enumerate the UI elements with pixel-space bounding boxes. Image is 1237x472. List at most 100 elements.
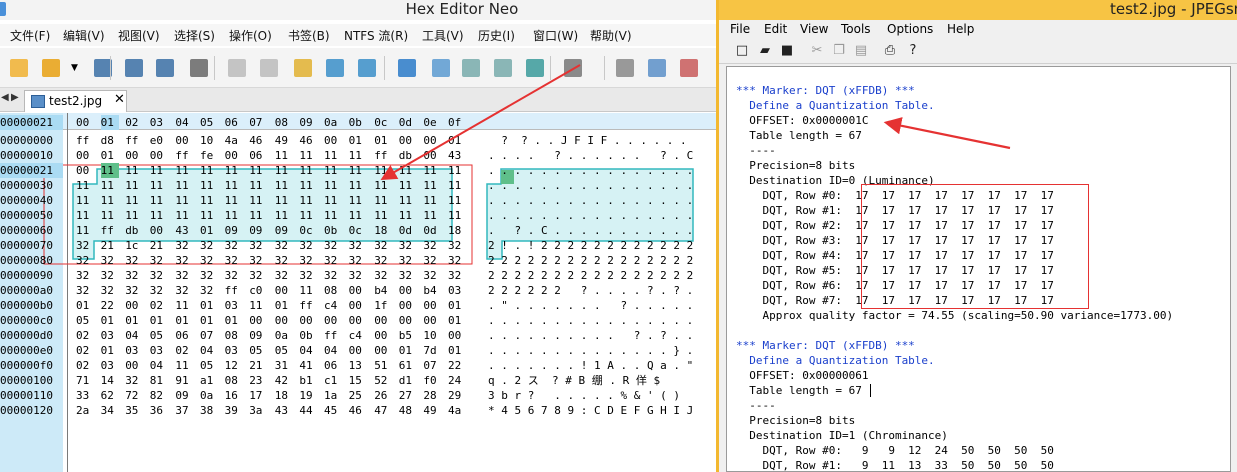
hex-byte[interactable]: 45 [324, 403, 342, 418]
hex-byte[interactable]: 81 [150, 373, 168, 388]
hex-byte[interactable]: 11 [225, 208, 243, 223]
hex-menu-item[interactable]: 帮助(V) [590, 27, 632, 44]
hex-byte[interactable]: 00 [399, 283, 417, 298]
hex-byte[interactable]: 01 [150, 313, 168, 328]
hex-byte[interactable]: 08 [225, 373, 243, 388]
hex-byte[interactable]: 11 [76, 223, 94, 238]
hex-byte[interactable]: 03 [101, 328, 119, 343]
hex-byte[interactable]: 51 [374, 358, 392, 373]
hex-byte[interactable]: 4a [225, 133, 243, 148]
hex-byte[interactable]: 21 [101, 238, 119, 253]
hex-byte[interactable]: 06 [175, 328, 193, 343]
hex-byte[interactable]: 11 [175, 358, 193, 373]
hex-byte[interactable]: 01 [200, 298, 218, 313]
hex-byte[interactable]: 00 [399, 133, 417, 148]
ascii-text[interactable]: . . . . . . . . . . . . . . . . [488, 163, 698, 178]
hex-byte[interactable]: 06 [249, 148, 267, 163]
hex-byte[interactable]: 52 [374, 373, 392, 388]
hex-byte[interactable]: 00 [299, 313, 317, 328]
hex-byte[interactable]: 16 [225, 388, 243, 403]
hex-byte[interactable]: 32 [249, 238, 267, 253]
hex-byte[interactable]: 11 [448, 208, 466, 223]
ascii-text[interactable]: ? ? . . J F I F . . . . . . [488, 133, 698, 148]
hex-byte[interactable]: b5 [399, 328, 417, 343]
hex-byte[interactable]: 02 [150, 298, 168, 313]
hex-byte[interactable]: 11 [448, 163, 466, 178]
hex-byte[interactable]: 39 [225, 403, 243, 418]
hex-byte[interactable]: 32 [374, 238, 392, 253]
print-icon[interactable] [186, 55, 212, 81]
hex-menu-item[interactable]: 文件(F) [10, 27, 50, 44]
edit-icon[interactable] [290, 55, 316, 81]
hex-byte[interactable]: 37 [175, 403, 193, 418]
hex-byte[interactable]: 32 [249, 268, 267, 283]
hex-byte[interactable]: 32 [249, 253, 267, 268]
hex-byte[interactable]: 32 [399, 238, 417, 253]
hex-byte[interactable]: 05 [150, 328, 168, 343]
hex-byte[interactable]: 41 [299, 358, 317, 373]
hex-byte[interactable]: 36 [150, 403, 168, 418]
tab-scroll-left-icon[interactable]: ◀ [1, 92, 9, 103]
ascii-text[interactable]: . . . . . . . . . . . . . . . . [488, 193, 698, 208]
save-icon[interactable]: ■ [779, 43, 795, 59]
hex-byte[interactable]: 32 [374, 268, 392, 283]
hex-byte[interactable]: 32 [448, 268, 466, 283]
hex-byte[interactable]: 01 [101, 313, 119, 328]
hex-menu-item[interactable]: 历史(I) [478, 27, 515, 44]
hex-byte[interactable]: 0a [200, 388, 218, 403]
hex-byte[interactable]: 32 [299, 238, 317, 253]
hex-byte[interactable]: 32 [76, 253, 94, 268]
hex-byte[interactable]: 32 [175, 283, 193, 298]
hex-byte[interactable]: 04 [299, 343, 317, 358]
hex-byte[interactable]: 09 [249, 223, 267, 238]
tab-scroll-right-icon[interactable]: ▶ [11, 92, 19, 103]
hex-byte[interactable]: 00 [125, 148, 143, 163]
hex-byte[interactable]: 46 [349, 403, 367, 418]
hex-byte[interactable]: 32 [275, 253, 293, 268]
hex-byte[interactable]: 11 [225, 193, 243, 208]
ascii-text[interactable]: . . . . . . . . . . . . . . . . [488, 313, 698, 328]
hex-byte[interactable]: 11 [299, 178, 317, 193]
close-tab-icon[interactable]: ✕ [114, 92, 125, 107]
hex-byte[interactable]: 11 [125, 193, 143, 208]
hex-byte[interactable]: 14 [101, 373, 119, 388]
jpegsnoop-menu-item[interactable]: Help [947, 22, 974, 36]
hex-editor-titlebar[interactable]: Hex Editor Neo [0, 0, 716, 20]
hex-byte[interactable]: 21 [150, 238, 168, 253]
hex-byte[interactable]: 2a [76, 403, 94, 418]
hex-byte[interactable]: 44 [299, 403, 317, 418]
hex-byte[interactable]: 11 [374, 178, 392, 193]
hex-byte[interactable]: 01 [448, 298, 466, 313]
hex-byte[interactable]: 11 [101, 193, 119, 208]
hex-byte[interactable]: 11 [249, 178, 267, 193]
hex-byte[interactable]: 03 [125, 343, 143, 358]
hex-byte[interactable]: 11 [448, 178, 466, 193]
find-next-icon[interactable] [458, 55, 484, 81]
hex-byte[interactable]: 38 [200, 403, 218, 418]
hex-byte[interactable]: 10 [423, 328, 441, 343]
hex-byte[interactable]: 4a [448, 403, 466, 418]
hex-byte[interactable]: 11 [399, 178, 417, 193]
hex-byte[interactable]: c4 [324, 298, 342, 313]
jpegsnoop-menu-item[interactable]: Options [887, 22, 933, 36]
hex-byte[interactable]: 43 [448, 148, 466, 163]
hex-menu-item[interactable]: 视图(V) [118, 27, 160, 44]
ascii-text[interactable]: . . . . . . . ! 1 A . . Q a . " [488, 358, 698, 373]
hex-byte[interactable]: c4 [349, 328, 367, 343]
hex-byte[interactable]: b4 [374, 283, 392, 298]
hex-byte[interactable]: 11 [324, 193, 342, 208]
hex-byte[interactable]: 00 [423, 133, 441, 148]
hex-byte[interactable]: 04 [200, 343, 218, 358]
hex-menu-item[interactable]: 选择(S) [174, 27, 215, 44]
hex-byte[interactable]: b1 [299, 373, 317, 388]
hex-byte[interactable]: 62 [101, 388, 119, 403]
hex-byte[interactable]: 00 [150, 223, 168, 238]
hex-byte[interactable]: 11 [150, 193, 168, 208]
hex-byte[interactable]: ff [76, 133, 94, 148]
hex-byte[interactable]: 04 [125, 328, 143, 343]
hex-byte[interactable]: 04 [324, 343, 342, 358]
hex-byte[interactable]: 23 [249, 373, 267, 388]
hex-byte[interactable]: 00 [349, 298, 367, 313]
hex-byte[interactable]: 01 [374, 133, 392, 148]
hex-byte[interactable]: 11 [423, 208, 441, 223]
